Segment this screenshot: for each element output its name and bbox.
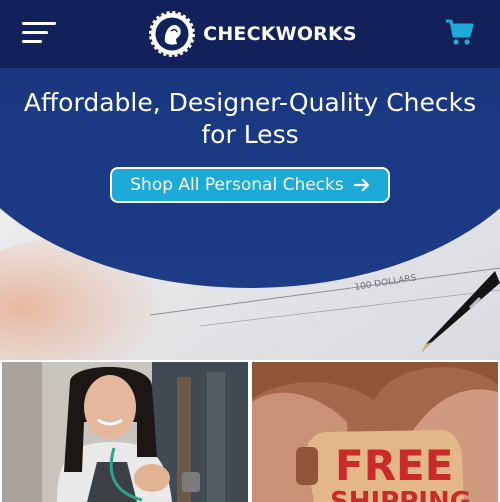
checkworks-logo-icon xyxy=(149,11,196,57)
brand-name: CHECKWORKS xyxy=(203,23,357,45)
brand-logo[interactable]: CHECKWORKS xyxy=(149,11,357,57)
promo-tile-free-shipping[interactable]: FREE SHIPPING xyxy=(252,362,498,502)
site-header: CHECKWORKS xyxy=(0,0,500,68)
shopping-cart-icon[interactable] xyxy=(444,17,474,47)
promo-tiles: FREE SHIPPING xyxy=(0,360,500,502)
hero-title: Affordable, Designer-Quality Checks for … xyxy=(23,88,477,149)
hero-banner: 100 DOLLARS Affordable, Designer-Quality… xyxy=(0,68,500,360)
arrow-right-icon xyxy=(353,178,369,192)
free-label: FREE xyxy=(335,441,453,490)
shop-personal-checks-button[interactable]: Shop All Personal Checks xyxy=(110,167,390,203)
smiling-woman-image xyxy=(2,362,248,502)
promo-tile-woman[interactable] xyxy=(2,362,248,502)
hamburger-menu-icon[interactable] xyxy=(22,20,56,46)
free-shipping-tag-image: FREE SHIPPING xyxy=(252,362,498,502)
hero-content: Affordable, Designer-Quality Checks for … xyxy=(0,68,500,203)
cta-label: Shop All Personal Checks xyxy=(130,175,344,195)
